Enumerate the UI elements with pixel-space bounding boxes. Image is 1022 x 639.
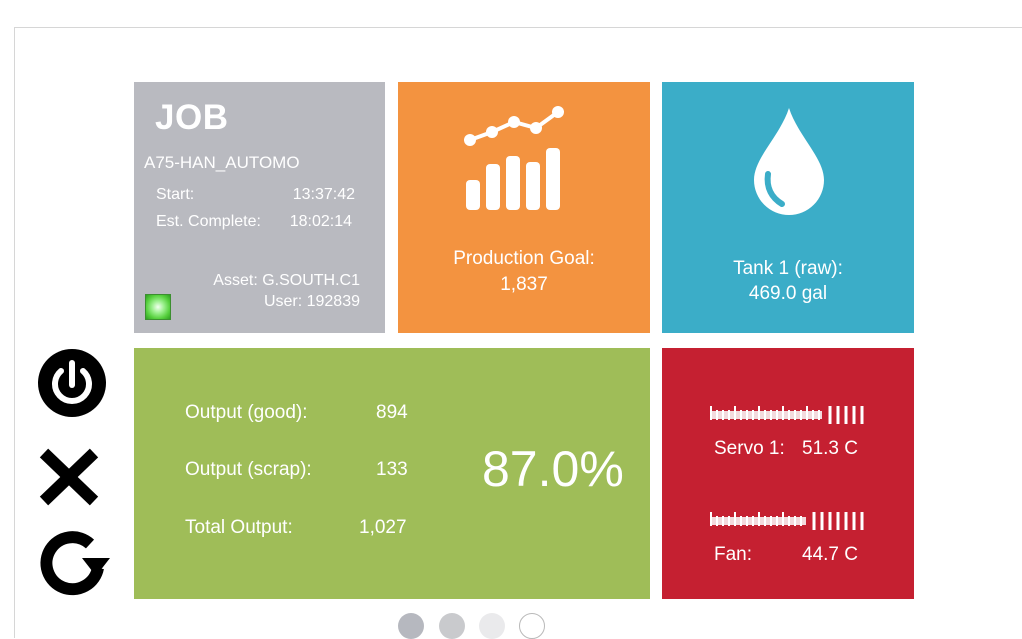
total-output-value: 1,027	[359, 517, 407, 538]
output-scrap-value: 133	[376, 459, 408, 480]
page-dot-3[interactable]	[479, 613, 505, 639]
start-value: 13:37:42	[292, 186, 355, 203]
servo-temp-gauge	[710, 406, 864, 424]
status-indicator	[145, 294, 171, 320]
production-goal-label: Production Goal:	[453, 248, 595, 269]
est-complete-label: Est. Complete:	[156, 213, 261, 230]
page-dot-2[interactable]	[439, 613, 465, 639]
yield-percent: 87.0%	[482, 441, 624, 497]
output-good-value: 894	[376, 402, 408, 423]
asset-text: Asset: G.SOUTH.C1	[213, 272, 360, 289]
production-goal-value: 1,837	[500, 274, 548, 295]
servo-label: Servo 1:	[714, 438, 785, 459]
production-goal-tile[interactable]: Production Goal: 1,837	[398, 82, 650, 333]
tank-value: 469.0 gal	[748, 283, 828, 304]
growth-chart-icon	[464, 106, 564, 210]
tank-label: Tank 1 (raw):	[733, 258, 843, 279]
servo-value: 51.3 C	[802, 438, 858, 459]
job-id: A75-HAN_AUTOMO	[144, 153, 300, 172]
page-dot-4[interactable]	[519, 613, 545, 639]
power-icon[interactable]	[36, 347, 108, 419]
fan-temp-gauge	[710, 512, 864, 530]
total-output-label: Total Output:	[185, 517, 293, 538]
output-good-label: Output (good):	[185, 402, 308, 423]
tank-tile[interactable]: Tank 1 (raw): 469.0 gal	[662, 82, 914, 333]
est-complete-value: 18:02:14	[289, 213, 352, 230]
job-title: JOB	[155, 98, 229, 137]
user-text: User: 192839	[263, 293, 360, 310]
fan-label: Fan:	[714, 544, 753, 565]
job-tile[interactable]: JOB A75-HAN_AUTOMO Start: 13:37:42 Est. …	[134, 82, 385, 333]
refresh-icon[interactable]	[36, 528, 112, 600]
water-drop-icon	[754, 108, 824, 215]
fan-value: 44.7 C	[802, 544, 858, 565]
output-tile[interactable]: Output (good): 894 Output (scrap): 133 T…	[134, 348, 650, 599]
temperature-tile[interactable]: Servo 1: 51.3 C Fan: 44.7 C	[662, 348, 914, 599]
output-scrap-label: Output (scrap):	[185, 459, 312, 480]
close-icon[interactable]	[36, 447, 102, 507]
start-label: Start:	[156, 186, 195, 203]
page-dot-1[interactable]	[398, 613, 424, 639]
